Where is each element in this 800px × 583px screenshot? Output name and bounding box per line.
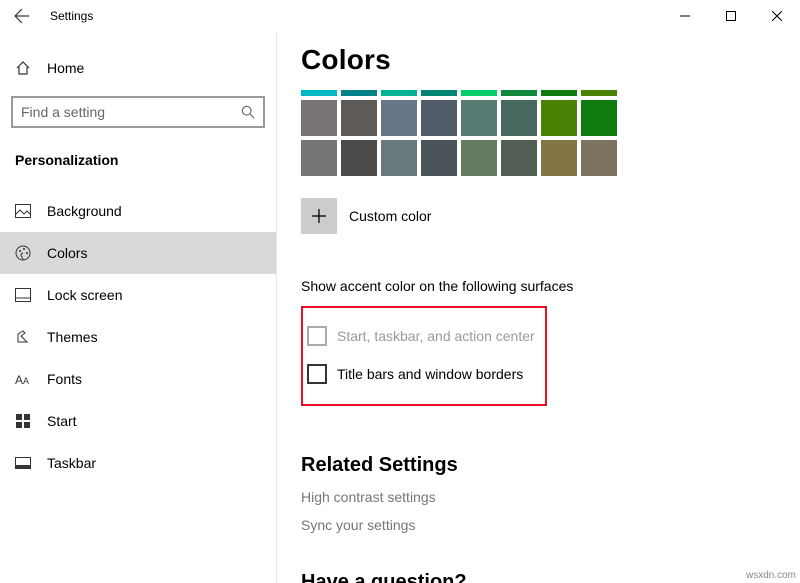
- color-swatch[interactable]: [381, 90, 417, 96]
- sidebar-item-label: Background: [47, 203, 122, 219]
- sidebar-item-label: Taskbar: [47, 455, 96, 471]
- surfaces-checkbox-group: Start, taskbar, and action center Title …: [301, 306, 547, 406]
- color-swatch[interactable]: [341, 140, 377, 176]
- svg-text:A: A: [15, 373, 23, 386]
- color-swatch[interactable]: [421, 100, 457, 136]
- palette-icon: [15, 245, 31, 261]
- checkbox-box[interactable]: [307, 364, 327, 384]
- surfaces-heading: Show accent color on the following surfa…: [301, 278, 800, 294]
- color-swatch[interactable]: [421, 140, 457, 176]
- sidebar-item-start[interactable]: Start: [0, 400, 276, 442]
- color-swatch[interactable]: [461, 90, 497, 96]
- link-high-contrast[interactable]: High contrast settings: [301, 489, 800, 505]
- color-swatch[interactable]: [341, 90, 377, 96]
- home-icon: [15, 60, 31, 76]
- sidebar-item-label: Start: [47, 413, 77, 429]
- back-arrow-icon: [14, 8, 30, 24]
- content-area: Colors Custom color Show accent color on…: [277, 32, 800, 583]
- color-swatch[interactable]: [301, 140, 337, 176]
- page-heading: Colors: [301, 44, 800, 76]
- color-swatch[interactable]: [301, 90, 337, 96]
- themes-icon: [15, 329, 31, 345]
- color-swatch[interactable]: [501, 100, 537, 136]
- color-swatch[interactable]: [381, 100, 417, 136]
- swatch-row-1: [301, 100, 800, 136]
- color-swatch[interactable]: [501, 140, 537, 176]
- main-container: Home Find a setting Personalization Back…: [0, 32, 800, 583]
- color-swatch[interactable]: [341, 100, 377, 136]
- minimize-icon: [680, 11, 690, 21]
- sidebar-item-themes[interactable]: Themes: [0, 316, 276, 358]
- minimize-button[interactable]: [662, 0, 708, 32]
- checkbox-box: [307, 326, 327, 346]
- sidebar: Home Find a setting Personalization Back…: [0, 32, 277, 583]
- color-swatch[interactable]: [421, 90, 457, 96]
- related-settings-heading: Related Settings: [301, 454, 800, 477]
- color-swatch[interactable]: [581, 140, 617, 176]
- color-swatch[interactable]: [581, 90, 617, 96]
- titlebar: Settings: [0, 0, 800, 32]
- color-swatch[interactable]: [461, 140, 497, 176]
- search-wrap: Find a setting: [0, 88, 276, 142]
- sidebar-item-label: Lock screen: [47, 287, 122, 303]
- sidebar-item-fonts[interactable]: AA Fonts: [0, 358, 276, 400]
- back-button[interactable]: [0, 0, 44, 32]
- question-heading: Have a question?: [301, 571, 800, 583]
- color-swatch[interactable]: [541, 100, 577, 136]
- color-swatch[interactable]: [461, 100, 497, 136]
- color-swatch[interactable]: [501, 90, 537, 96]
- window-title: Settings: [50, 9, 93, 23]
- start-icon: [15, 414, 31, 428]
- sidebar-item-lockscreen[interactable]: Lock screen: [0, 274, 276, 316]
- picture-icon: [15, 204, 31, 218]
- sidebar-item-label: Colors: [47, 245, 87, 261]
- custom-color-label: Custom color: [349, 208, 431, 224]
- sidebar-item-label: Themes: [47, 329, 98, 345]
- taskbar-icon: [15, 457, 31, 469]
- search-input[interactable]: Find a setting: [11, 96, 265, 128]
- sidebar-item-label: Fonts: [47, 371, 82, 387]
- sidebar-item-taskbar[interactable]: Taskbar: [0, 442, 276, 484]
- color-swatches: [301, 90, 800, 176]
- close-button[interactable]: [754, 0, 800, 32]
- search-placeholder: Find a setting: [21, 104, 105, 120]
- window-controls: [662, 0, 800, 32]
- color-swatch[interactable]: [541, 90, 577, 96]
- maximize-icon: [726, 11, 736, 21]
- sidebar-item-background[interactable]: Background: [0, 190, 276, 232]
- checkbox-label: Start, taskbar, and action center: [337, 328, 535, 344]
- search-icon: [241, 105, 255, 119]
- fonts-icon: AA: [15, 372, 31, 386]
- swatch-row-accents: [301, 90, 800, 96]
- custom-color-row: Custom color: [301, 198, 800, 234]
- color-swatch[interactable]: [581, 100, 617, 136]
- lockscreen-icon: [15, 288, 31, 302]
- color-swatch[interactable]: [381, 140, 417, 176]
- svg-text:A: A: [23, 376, 29, 386]
- checkbox-titlebars[interactable]: Title bars and window borders: [307, 356, 535, 392]
- close-icon: [772, 11, 782, 21]
- color-swatch[interactable]: [301, 100, 337, 136]
- swatch-row-2: [301, 140, 800, 176]
- watermark: wsxdn.com: [746, 570, 796, 581]
- home-label: Home: [47, 60, 84, 76]
- link-sync-settings[interactable]: Sync your settings: [301, 517, 800, 533]
- sidebar-category: Personalization: [0, 142, 276, 178]
- checkbox-start-taskbar: Start, taskbar, and action center: [307, 318, 535, 354]
- sidebar-home[interactable]: Home: [0, 48, 276, 88]
- maximize-button[interactable]: [708, 0, 754, 32]
- custom-color-button[interactable]: [301, 198, 337, 234]
- checkbox-label: Title bars and window borders: [337, 366, 523, 382]
- color-swatch[interactable]: [541, 140, 577, 176]
- plus-icon: [311, 208, 327, 224]
- sidebar-item-colors[interactable]: Colors: [0, 232, 276, 274]
